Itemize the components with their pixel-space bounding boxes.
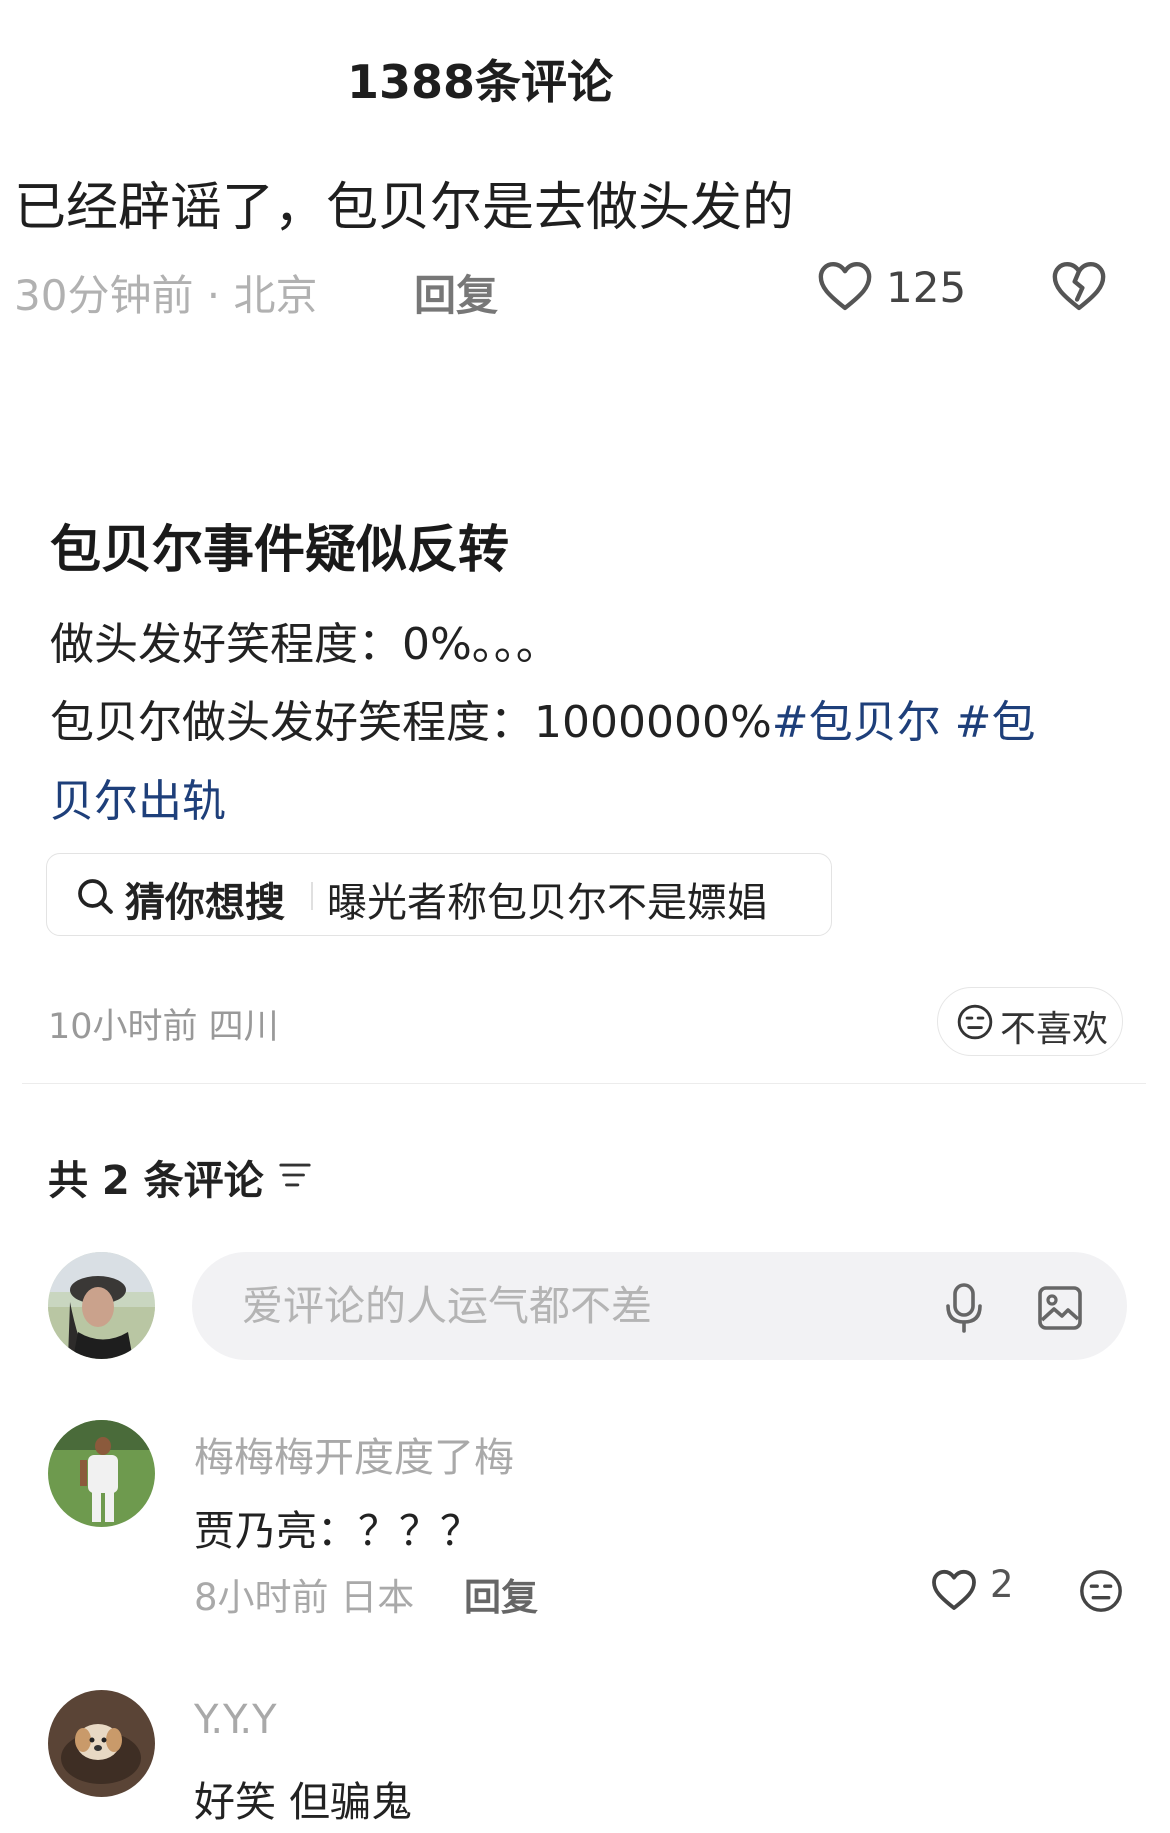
sort-icon[interactable] <box>278 1160 312 1190</box>
divider <box>311 882 313 910</box>
comment-text: 贾乃亮：？？？ <box>194 1507 481 1555</box>
search-guess-label: 猜你想搜 <box>125 880 285 926</box>
search-icon <box>78 879 113 914</box>
top-comment-text: 已经辟谣了，包贝尔是去做头发的 <box>14 178 795 238</box>
image-icon[interactable] <box>1036 1284 1084 1332</box>
heart-outline-icon[interactable] <box>816 258 874 312</box>
comment-count: 共 2 条评论 <box>48 1158 264 1204</box>
post-body-line: 做头发好笑程度：0%。。。 <box>50 619 560 670</box>
post-body-text: 包贝尔做头发好笑程度：1000000% <box>50 697 772 748</box>
dislike-label: 不喜欢 <box>1000 1009 1109 1050</box>
section-divider <box>22 1083 1146 1084</box>
top-comment-reply-button[interactable]: 回复 <box>414 262 498 323</box>
avatar[interactable] <box>48 1420 155 1527</box>
microphone-icon[interactable] <box>942 1282 986 1334</box>
post-body-line: 包贝尔做头发好笑程度：1000000%#包贝尔 #包 <box>50 686 1036 750</box>
search-query: 曝光者称包贝尔不是嫖娼 <box>327 880 767 926</box>
hashtag-link[interactable]: #包 <box>941 697 1036 748</box>
top-comment-like-count: 125 <box>886 263 967 312</box>
comment-author[interactable]: 梅梅梅开度度了梅 <box>194 1425 514 1483</box>
comments-header-title: 1388条评论 <box>346 55 614 109</box>
post-time-location: 10小时前 四川 <box>48 1007 279 1047</box>
hashtag-link[interactable]: 贝尔出轨 <box>50 776 226 827</box>
heart-outline-icon[interactable] <box>930 1567 978 1611</box>
comment-author[interactable]: Y.Y.Y <box>194 1697 277 1743</box>
broken-heart-icon[interactable] <box>1050 258 1108 312</box>
search-suggestion[interactable]: 猜你想搜 曝光者称包贝尔不是嫖娼 <box>46 853 832 936</box>
comment-text: 好笑 但骗鬼 <box>194 1778 413 1826</box>
hashtag-link[interactable]: #包贝尔 <box>772 697 941 748</box>
avatar[interactable] <box>48 1252 155 1359</box>
comment-reply-button[interactable]: 回复 <box>464 1567 538 1621</box>
comment-time-location: 8小时前 日本 <box>194 1576 415 1619</box>
top-comment-time-location: 30分钟前 · 北京 <box>14 271 318 320</box>
dislike-button[interactable]: 不喜欢 <box>937 987 1123 1056</box>
comment-input[interactable] <box>192 1252 1127 1360</box>
avatar[interactable] <box>48 1690 155 1797</box>
comment-like-count: 2 <box>990 1563 1014 1606</box>
neutral-face-icon <box>957 1004 993 1040</box>
post-body-line: 贝尔出轨 <box>50 765 226 829</box>
post-title: 包贝尔事件疑似反转 <box>50 521 510 580</box>
neutral-face-icon[interactable] <box>1078 1568 1124 1614</box>
